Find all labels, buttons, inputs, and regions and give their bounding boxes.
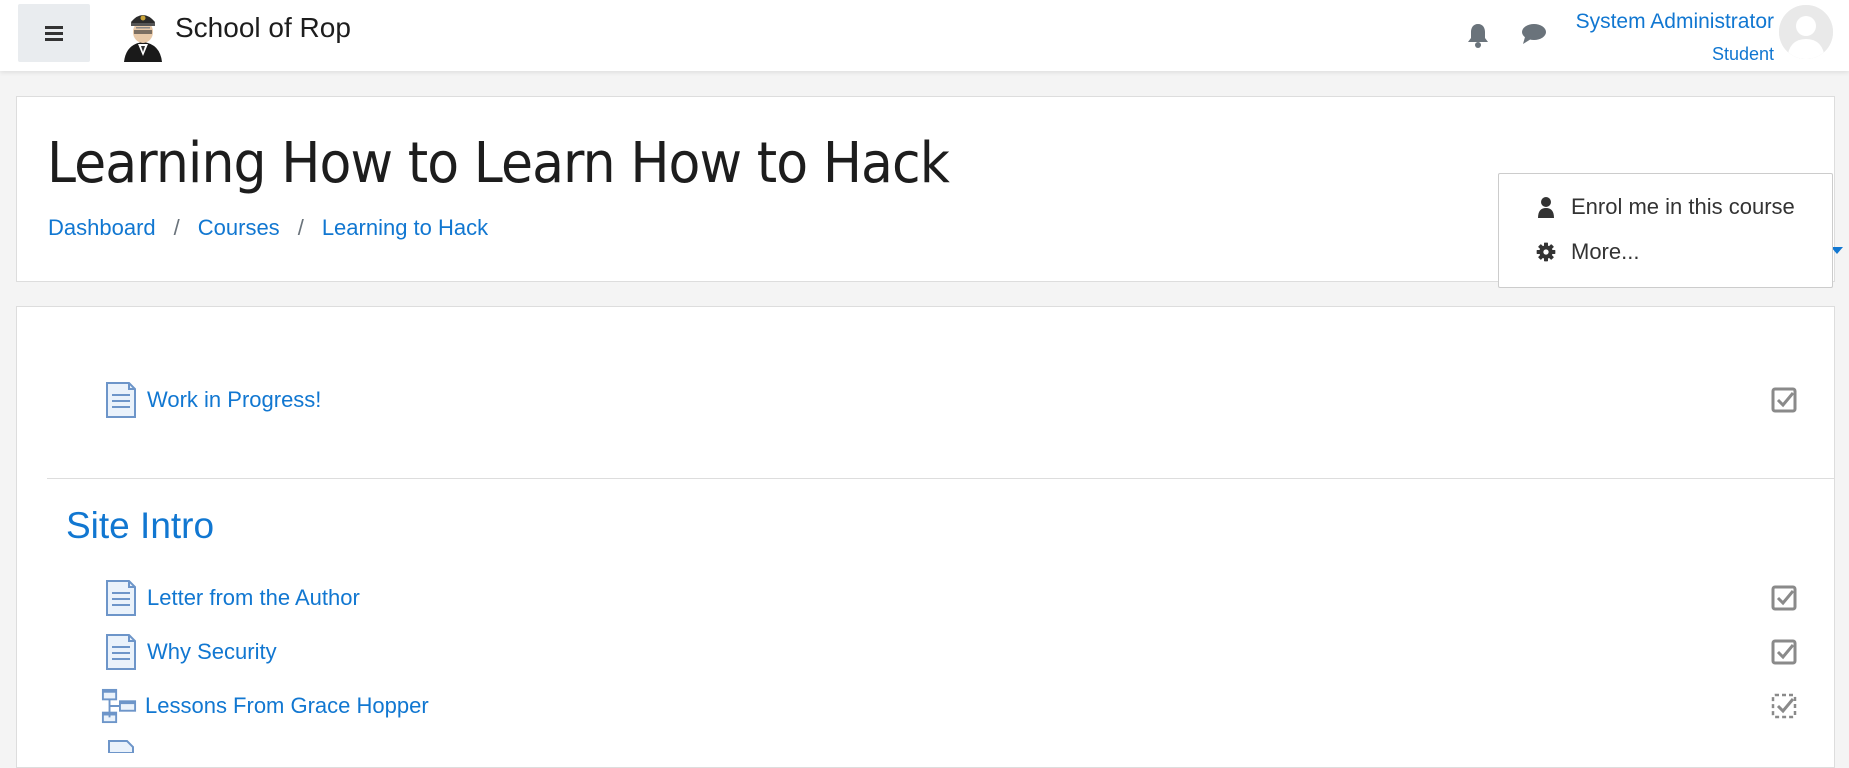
activity-link[interactable]: Why Security <box>147 639 277 665</box>
page-icon <box>108 740 134 753</box>
messages-icon[interactable] <box>1520 22 1548 46</box>
completion-checkbox-icon[interactable] <box>1771 693 1797 719</box>
completion-checkbox-icon[interactable] <box>1771 585 1797 611</box>
page-icon <box>106 382 136 418</box>
breadcrumb-courses[interactable]: Courses <box>198 215 280 241</box>
site-name[interactable]: School of Rop <box>175 12 351 44</box>
page-title: Learning How to Learn How to Hack <box>47 131 950 196</box>
breadcrumb-course[interactable]: Learning to Hack <box>322 215 488 241</box>
activity-item[interactable]: Letter from the Author <box>103 579 360 617</box>
user-icon <box>1538 197 1554 218</box>
breadcrumb-separator: / <box>297 215 304 240</box>
course-content: Work in Progress! Site Intro Letter from… <box>16 306 1835 768</box>
user-role[interactable]: Student <box>1712 44 1774 65</box>
nav-drawer-toggle-button[interactable] <box>18 4 90 62</box>
course-settings-dropdown: Enrol me in this course More... <box>1498 173 1833 288</box>
breadcrumb-dashboard[interactable]: Dashboard <box>48 215 156 241</box>
site-logo[interactable] <box>118 6 168 62</box>
user-avatar[interactable] <box>1779 5 1833 59</box>
user-name[interactable]: System Administrator <box>1576 10 1774 34</box>
menu-item-more[interactable]: More... <box>1535 239 1639 265</box>
menu-item-enrol[interactable]: Enrol me in this course <box>1535 194 1795 220</box>
page-icon <box>106 580 136 616</box>
gear-icon <box>1536 242 1556 262</box>
activity-item[interactable]: Work in Progress! <box>103 381 321 419</box>
notification-bell-icon[interactable] <box>1466 22 1490 48</box>
book-icon <box>101 688 137 724</box>
activity-item[interactable]: Why Security <box>103 633 277 671</box>
breadcrumb: Dashboard / Courses / Learning to Hack <box>48 215 488 241</box>
activity-item[interactable]: Lessons From Grace Hopper <box>101 687 429 725</box>
menu-item-label: Enrol me in this course <box>1571 194 1795 219</box>
page-icon <box>106 634 136 670</box>
activity-link[interactable]: Lessons From Grace Hopper <box>145 693 429 719</box>
activity-link[interactable]: Letter from the Author <box>147 585 360 611</box>
hamburger-icon <box>45 23 63 44</box>
activity-link[interactable]: Work in Progress! <box>147 387 321 413</box>
completion-checkbox-icon[interactable] <box>1771 639 1797 665</box>
top-navbar: School of Rop System Administrator Stude… <box>0 0 1849 71</box>
breadcrumb-separator: / <box>173 215 180 240</box>
completion-checkbox-icon[interactable] <box>1771 387 1797 413</box>
section-title[interactable]: Site Intro <box>66 505 214 547</box>
menu-item-label: More... <box>1571 239 1640 264</box>
section-divider <box>47 478 1834 479</box>
